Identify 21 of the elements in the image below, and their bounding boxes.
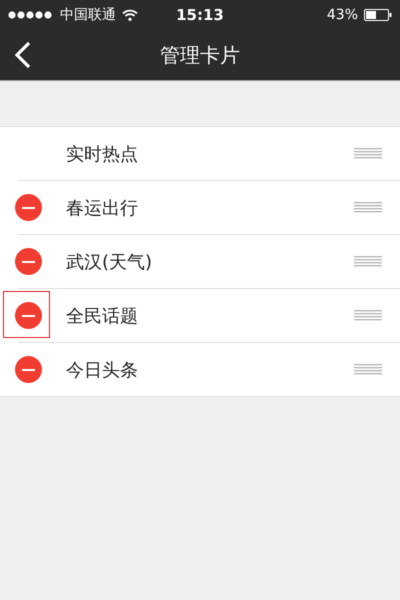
delete-button[interactable]: [15, 302, 42, 329]
delete-button[interactable]: [15, 356, 42, 383]
drag-handle-icon[interactable]: [354, 202, 382, 213]
drag-handle-icon[interactable]: [354, 364, 382, 375]
card-name: 实时热点: [66, 142, 139, 166]
card-name: 武汉(天气): [66, 250, 154, 274]
signal-icon: [8, 11, 54, 19]
carrier-name: 中国联通: [60, 6, 116, 24]
card-name: 春运出行: [66, 196, 139, 220]
card-name: 全民话题: [66, 304, 139, 328]
battery-icon: [364, 9, 392, 21]
delete-button[interactable]: [15, 194, 42, 221]
page-title: 管理卡片: [160, 42, 240, 68]
status-time: 15:13: [176, 6, 224, 24]
delete-button[interactable]: [15, 248, 42, 275]
drag-handle-icon[interactable]: [354, 256, 382, 267]
card-name: 今日头条: [66, 358, 139, 382]
drag-handle-icon[interactable]: [354, 310, 382, 321]
wifi-icon: [122, 9, 138, 21]
drag-handle-icon[interactable]: [354, 148, 382, 159]
battery-percent: 43%: [326, 7, 358, 23]
